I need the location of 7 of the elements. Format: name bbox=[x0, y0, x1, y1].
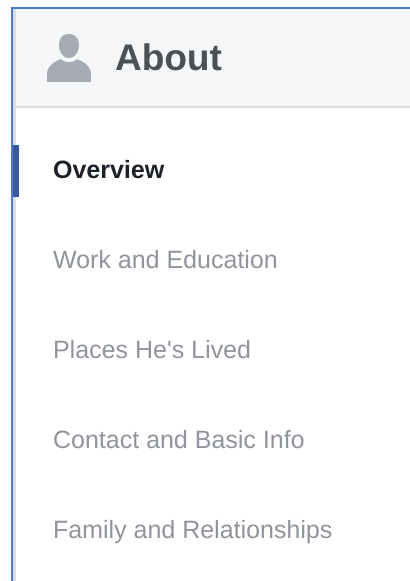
nav-link[interactable]: Places He's Lived bbox=[53, 332, 251, 370]
person-icon bbox=[47, 34, 91, 82]
nav-link[interactable]: Overview bbox=[53, 152, 164, 190]
nav-link[interactable]: Work and Education bbox=[53, 242, 278, 280]
section-title: About bbox=[115, 36, 222, 80]
nav-link[interactable]: Contact and Basic Info bbox=[53, 422, 305, 460]
nav-link[interactable]: Family and Relationships bbox=[53, 512, 332, 550]
